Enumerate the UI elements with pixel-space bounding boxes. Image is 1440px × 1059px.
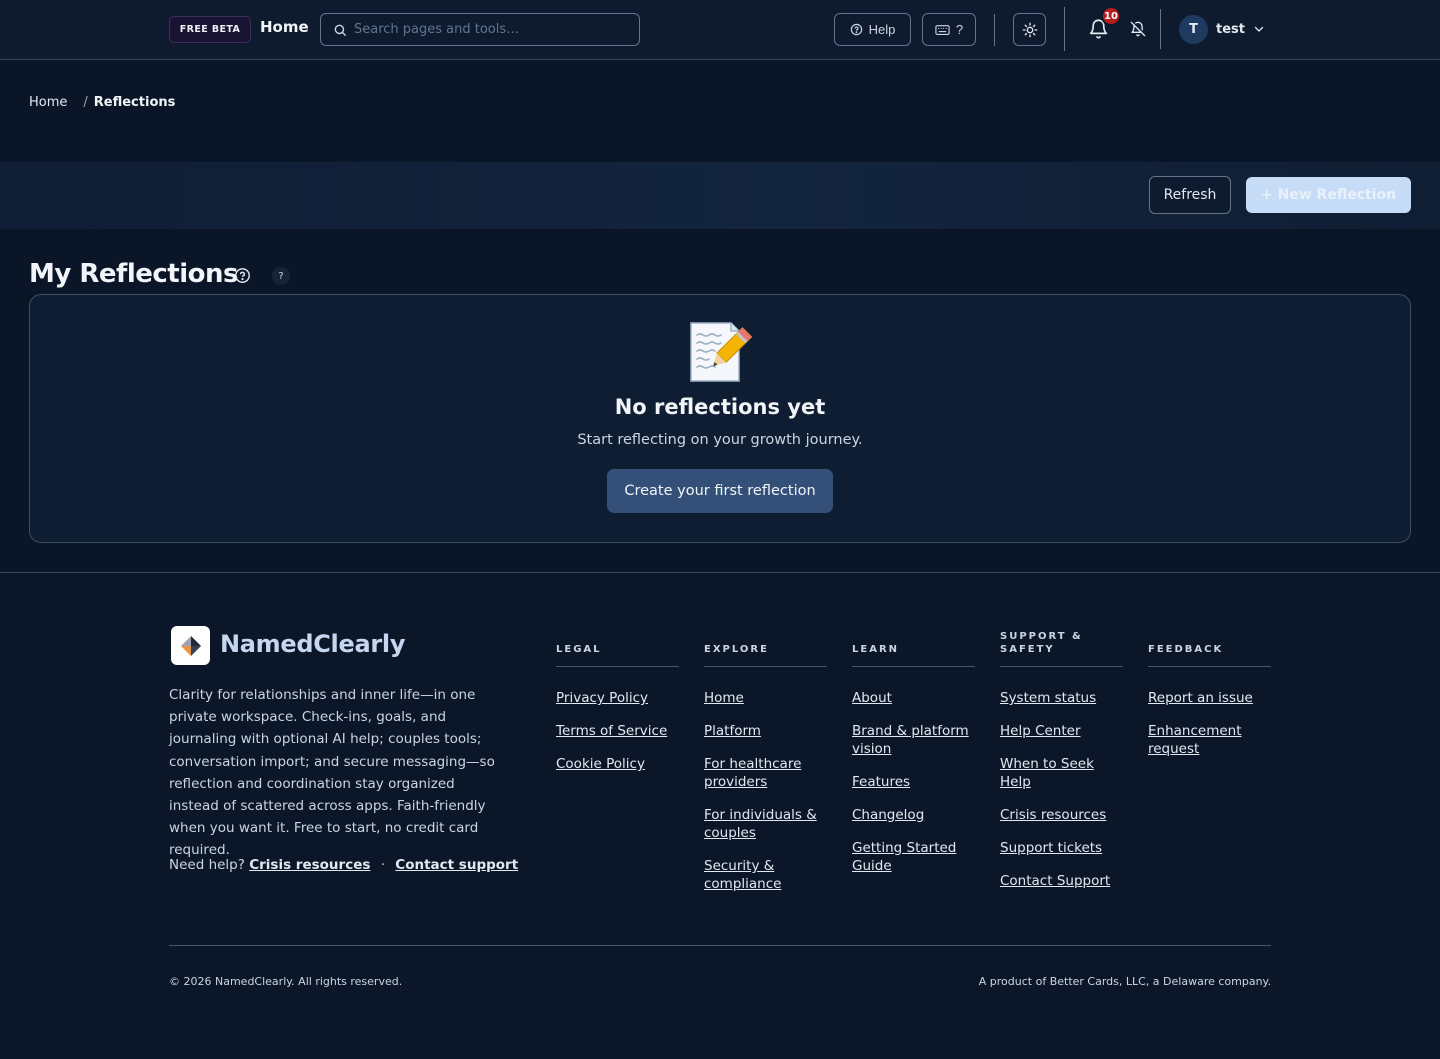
refresh-button[interactable]: Refresh bbox=[1149, 176, 1231, 214]
help-button[interactable]: Help bbox=[834, 13, 911, 46]
footer-column-heading: LEGAL bbox=[556, 629, 679, 667]
footer-link-features[interactable]: Features bbox=[852, 774, 910, 790]
toolbar-divider bbox=[994, 14, 995, 46]
footer-column-heading: EXPLORE bbox=[704, 629, 827, 667]
help-label: Help bbox=[868, 22, 896, 37]
keyboard-shortcuts-button[interactable]: ? bbox=[922, 13, 976, 46]
footer-column-heading: FEEDBACK bbox=[1148, 629, 1271, 667]
brand-name[interactable]: NamedClearly bbox=[220, 630, 405, 658]
page-title: My Reflections bbox=[29, 259, 239, 289]
search-input[interactable] bbox=[354, 22, 624, 37]
bell-off-icon bbox=[1130, 21, 1146, 37]
empty-state-title: No reflections yet bbox=[614, 395, 826, 419]
footer-link-home[interactable]: Home bbox=[704, 690, 744, 706]
footer-link-healthcare-providers[interactable]: For healthcare providers bbox=[704, 756, 801, 790]
footer-link-platform[interactable]: Platform bbox=[704, 723, 761, 739]
breadcrumb-home-link[interactable]: Home bbox=[29, 95, 67, 110]
help-circle-icon bbox=[235, 268, 250, 283]
notification-count-badge: 10 bbox=[1101, 6, 1121, 26]
top-nav-bar: FREE BETA Home Help ? 10 T test bbox=[0, 0, 1440, 60]
footer-column-feedback: FEEDBACK Report an issue Enhancement req… bbox=[1148, 629, 1271, 773]
logo-icon bbox=[180, 635, 201, 656]
mute-notifications-button[interactable] bbox=[1130, 21, 1146, 41]
help-circle-icon bbox=[850, 23, 862, 36]
copyright-text: © 2026 NamedClearly. All rights reserved… bbox=[169, 975, 403, 988]
breadcrumb: Home / Reflections bbox=[29, 95, 175, 110]
footer-column-heading: SUPPORT & SAFETY bbox=[1000, 629, 1123, 667]
footer-link-about[interactable]: About bbox=[852, 690, 892, 706]
footer-link-contact-support[interactable]: Contact Support bbox=[1000, 873, 1110, 889]
footer-divider bbox=[169, 945, 1271, 946]
memo-icon bbox=[687, 319, 753, 383]
user-name: test bbox=[1216, 21, 1245, 37]
crisis-resources-link[interactable]: Crisis resources bbox=[249, 857, 370, 873]
chevron-down-icon bbox=[1254, 26, 1264, 32]
need-help-line: Need help? Crisis resources · Contact su… bbox=[169, 857, 518, 873]
search-box[interactable] bbox=[320, 13, 640, 46]
separator-dot: · bbox=[380, 857, 385, 873]
shortcuts-label: ? bbox=[955, 22, 964, 37]
avatar: T bbox=[1179, 14, 1208, 44]
company-text: A product of Better Cards, LLC, a Delawa… bbox=[978, 975, 1271, 988]
keyboard-icon bbox=[935, 24, 950, 35]
footer-column-legal: LEGAL Privacy Policy Terms of Service Co… bbox=[556, 629, 679, 788]
footer-column-heading: LEARN bbox=[852, 629, 975, 667]
footer-column-support-safety: SUPPORT & SAFETY System status Help Cent… bbox=[1000, 629, 1123, 905]
brand-tagline: Clarity for relationships and inner life… bbox=[169, 687, 495, 859]
sun-icon bbox=[1022, 22, 1037, 37]
footer-link-changelog[interactable]: Changelog bbox=[852, 807, 924, 823]
footer-column-learn: LEARN About Brand & platform vision Feat… bbox=[852, 629, 975, 890]
footer-link-brand-vision[interactable]: Brand & platform vision bbox=[852, 723, 969, 757]
footer-link-crisis-resources[interactable]: Crisis resources bbox=[1000, 807, 1106, 823]
need-help-label: Need help? bbox=[169, 857, 245, 873]
toolbar-divider bbox=[1064, 7, 1065, 51]
search-icon bbox=[334, 24, 346, 36]
breadcrumb-separator: / bbox=[83, 95, 88, 110]
footer-link-cookie-policy[interactable]: Cookie Policy bbox=[556, 756, 645, 772]
beta-badge: FREE BETA bbox=[169, 16, 251, 43]
new-reflection-button[interactable]: + New Reflection bbox=[1246, 177, 1411, 213]
footer-column-explore: EXPLORE Home Platform For healthcare pro… bbox=[704, 629, 827, 908]
theme-toggle-button[interactable] bbox=[1013, 13, 1046, 46]
breadcrumb-current: Reflections bbox=[93, 95, 176, 110]
create-first-reflection-button[interactable]: Create your first reflection bbox=[607, 469, 833, 513]
footer-link-report-issue[interactable]: Report an issue bbox=[1148, 690, 1253, 706]
toolbar-divider bbox=[1160, 9, 1161, 49]
contact-support-link[interactable]: Contact support bbox=[395, 857, 518, 873]
footer-link-system-status[interactable]: System status bbox=[1000, 690, 1096, 706]
footer-link-when-to-seek-help[interactable]: When to Seek Help bbox=[1000, 756, 1094, 790]
footer-link-terms-of-service[interactable]: Terms of Service bbox=[556, 723, 667, 739]
footer-link-individuals-couples[interactable]: For individuals & couples bbox=[704, 807, 817, 841]
empty-state-subtitle: Start reflecting on your growth journey. bbox=[577, 432, 863, 448]
footer-link-security-compliance[interactable]: Security & compliance bbox=[704, 858, 781, 892]
user-menu[interactable]: T test bbox=[1179, 14, 1265, 44]
info-tooltip-button[interactable]: ? bbox=[272, 267, 290, 285]
page-heading-home[interactable]: Home bbox=[260, 18, 309, 36]
footer-link-support-tickets[interactable]: Support tickets bbox=[1000, 840, 1102, 856]
brand-logo[interactable] bbox=[171, 626, 210, 665]
page-help-button[interactable] bbox=[234, 267, 251, 288]
footer-link-privacy-policy[interactable]: Privacy Policy bbox=[556, 690, 648, 706]
footer-link-help-center[interactable]: Help Center bbox=[1000, 723, 1081, 739]
footer-link-getting-started[interactable]: Getting Started Guide bbox=[852, 840, 956, 874]
footer-link-enhancement-request[interactable]: Enhancement request bbox=[1148, 723, 1242, 757]
